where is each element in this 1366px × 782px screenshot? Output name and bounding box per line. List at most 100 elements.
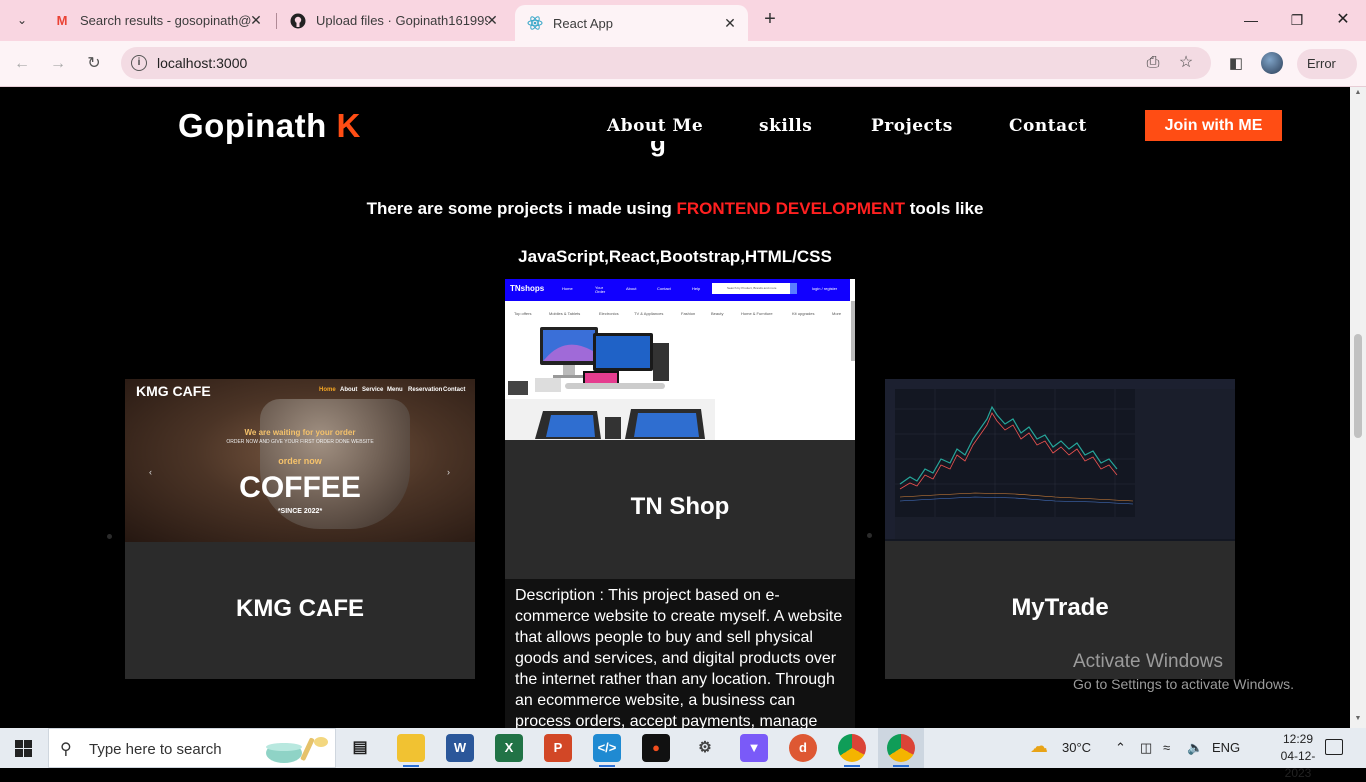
mytrade-preview[interactable] bbox=[885, 379, 1235, 541]
nav-skills[interactable]: skills bbox=[759, 116, 812, 136]
forward-icon[interactable]: → bbox=[45, 51, 71, 77]
bookmark-star-icon[interactable]: ☆ bbox=[1176, 53, 1196, 73]
activate-windows-watermark: Activate Windows Go to Settings to activ… bbox=[1073, 651, 1294, 692]
site-brand[interactable]: Gopinath K bbox=[178, 107, 361, 145]
preview-menu-item: Contact bbox=[443, 387, 466, 393]
devices-image bbox=[508, 327, 669, 395]
preview-nav-item: About bbox=[626, 286, 637, 291]
projects-intro: There are some projects i made using FRO… bbox=[0, 199, 1350, 219]
tab-gmail[interactable]: M Search results - gosopinath@gi ✕ bbox=[42, 0, 274, 41]
restore-icon[interactable]: ❐ bbox=[1285, 8, 1309, 32]
preview-category: Electronics bbox=[599, 311, 619, 316]
tn-shop-preview[interactable]: TNshops Home Your Order About Contact He… bbox=[505, 279, 855, 440]
windows-taskbar: ⚲ Type here to search ▤ W X P </> ● ⚙ ▼ … bbox=[0, 728, 1366, 780]
project-card-kmg-cafe[interactable]: KMG CAFE Home About Service Menu Reserva… bbox=[125, 379, 475, 679]
carousel-prev-icon: ‹ bbox=[149, 467, 152, 477]
preview-menu-item: About bbox=[340, 387, 358, 393]
preview-search-button bbox=[790, 283, 797, 294]
profile-avatar[interactable] bbox=[1261, 52, 1283, 74]
file-explorer-icon[interactable] bbox=[397, 734, 425, 767]
preview-subline: ORDER NOW AND GIVE YOUR FIRST ORDER DONE… bbox=[226, 439, 374, 445]
error-label: Error bbox=[1307, 56, 1336, 71]
notifications-icon[interactable] bbox=[1325, 739, 1343, 755]
minimize-icon[interactable]: — bbox=[1239, 8, 1263, 32]
task-view-icon[interactable]: ▤ bbox=[346, 734, 374, 762]
game-icon[interactable]: ⚙ bbox=[691, 734, 719, 762]
close-tab-icon[interactable]: ✕ bbox=[722, 15, 738, 31]
close-window-icon[interactable]: ✕ bbox=[1331, 8, 1355, 32]
taskbar-clock[interactable]: 12:29 04-12-2023 bbox=[1268, 731, 1328, 782]
chrome-active-icon[interactable] bbox=[887, 734, 915, 767]
word-icon[interactable]: W bbox=[446, 734, 474, 762]
close-tab-icon[interactable]: ✕ bbox=[484, 12, 500, 28]
reload-icon[interactable]: ↻ bbox=[81, 51, 107, 77]
intro-highlight: FRONTEND DEVELOPMENT bbox=[676, 199, 906, 218]
show-hidden-icons[interactable]: ⌃ bbox=[1115, 740, 1126, 756]
candlestick-chart bbox=[895, 389, 1135, 517]
preview-search-input: Search by Product, Brands and more bbox=[712, 283, 790, 294]
language-indicator[interactable]: ENG bbox=[1212, 740, 1240, 755]
clock-time: 12:29 bbox=[1282, 732, 1314, 746]
powerpoint-icon[interactable]: P bbox=[544, 734, 572, 762]
carousel-dot[interactable] bbox=[867, 533, 872, 538]
web-page: Gopinath K About Me skills Projects Cont… bbox=[0, 87, 1350, 728]
preview-category: Mobiles & Tablets bbox=[549, 311, 581, 316]
new-tab-button[interactable]: + bbox=[758, 8, 782, 32]
duckduckgo-icon[interactable]: d bbox=[789, 734, 817, 762]
preview-watchlist bbox=[1135, 389, 1235, 539]
chrome-icon[interactable] bbox=[838, 734, 866, 767]
temperature[interactable]: 30°C bbox=[1062, 740, 1091, 755]
tab-github[interactable]: Upload files · Gopinath161999/ ✕ bbox=[278, 0, 510, 41]
side-panel-icon[interactable]: ◧ bbox=[1225, 53, 1247, 75]
preview-nav-item: Contact bbox=[657, 286, 671, 291]
tools-list: JavaScript,React,Bootstrap,HTML/CSS bbox=[518, 247, 832, 266]
error-button[interactable]: Error ⋮ bbox=[1297, 49, 1357, 101]
back-icon[interactable]: ← bbox=[9, 51, 35, 77]
join-button[interactable]: Join with ME bbox=[1145, 110, 1282, 141]
clock-date: 04-12-2023 bbox=[1280, 749, 1316, 780]
tab-search-button[interactable]: ⌄ bbox=[8, 7, 36, 33]
start-icon[interactable] bbox=[15, 740, 32, 757]
figma-icon[interactable]: ● bbox=[642, 734, 670, 762]
network-icon[interactable]: ◫ bbox=[1140, 740, 1152, 756]
search-icon: ⚲ bbox=[60, 741, 72, 758]
scrollbar-thumb[interactable] bbox=[1354, 334, 1362, 438]
project-card-mytrade[interactable]: MyTrade bbox=[885, 379, 1235, 679]
page-scrollbar[interactable]: ▲ ▼ bbox=[1350, 87, 1366, 728]
preview-nav-item: Your Order bbox=[595, 285, 606, 294]
preview-category: More bbox=[832, 311, 842, 316]
address-bar[interactable]: i localhost:3000 ⎙ ☆ bbox=[121, 47, 1211, 79]
preview-nav-item: Help bbox=[692, 286, 701, 291]
preview-menu-item: Home bbox=[319, 387, 336, 393]
install-app-icon[interactable]: ⎙ bbox=[1143, 53, 1163, 73]
scroll-down-icon[interactable]: ▼ bbox=[1354, 715, 1362, 722]
browser-toolbar: ← → ↻ i localhost:3000 ⎙ ☆ ◧ Error ⋮ bbox=[0, 41, 1366, 101]
watermark-title: Activate Windows bbox=[1073, 651, 1223, 672]
carousel-dot[interactable] bbox=[107, 534, 112, 539]
preview-menu-item: Reservation bbox=[408, 387, 443, 393]
preview-bottom-panel bbox=[895, 517, 1135, 539]
preview-scrollbar bbox=[851, 301, 855, 361]
carousel-next-icon: › bbox=[447, 467, 450, 477]
react-icon bbox=[527, 15, 543, 31]
preview-drawing-tools bbox=[885, 389, 895, 539]
scroll-up-icon[interactable]: ▲ bbox=[1354, 89, 1362, 96]
project-card-tn-shop[interactable]: TNshops Home Your Order About Contact He… bbox=[505, 279, 855, 579]
kmg-cafe-preview[interactable]: KMG CAFE Home About Service Menu Reserva… bbox=[125, 379, 475, 542]
volume-icon[interactable]: 🔈 bbox=[1187, 740, 1203, 756]
vpn-icon[interactable]: ▼ bbox=[740, 734, 768, 762]
site-info-icon[interactable]: i bbox=[131, 55, 147, 71]
vscode-icon[interactable]: </> bbox=[593, 734, 621, 767]
nav-contact[interactable]: Contact bbox=[1009, 116, 1087, 136]
project-description: Description : This project based on e-co… bbox=[505, 579, 855, 728]
weather-icon[interactable]: ☁ bbox=[1030, 736, 1048, 757]
nav-projects[interactable]: Projects bbox=[871, 116, 953, 136]
wifi-icon[interactable]: ≈ bbox=[1163, 740, 1170, 755]
close-tab-icon[interactable]: ✕ bbox=[248, 12, 264, 28]
excel-icon[interactable]: X bbox=[495, 734, 523, 762]
preview-category: Fashion bbox=[681, 311, 696, 316]
brand-first-name: Gopinath bbox=[178, 107, 337, 144]
tab-react-app[interactable]: React App ✕ bbox=[515, 5, 748, 41]
nav-about-me[interactable]: About Me bbox=[607, 116, 703, 136]
taskbar-search-box[interactable]: ⚲ Type here to search bbox=[48, 728, 336, 768]
